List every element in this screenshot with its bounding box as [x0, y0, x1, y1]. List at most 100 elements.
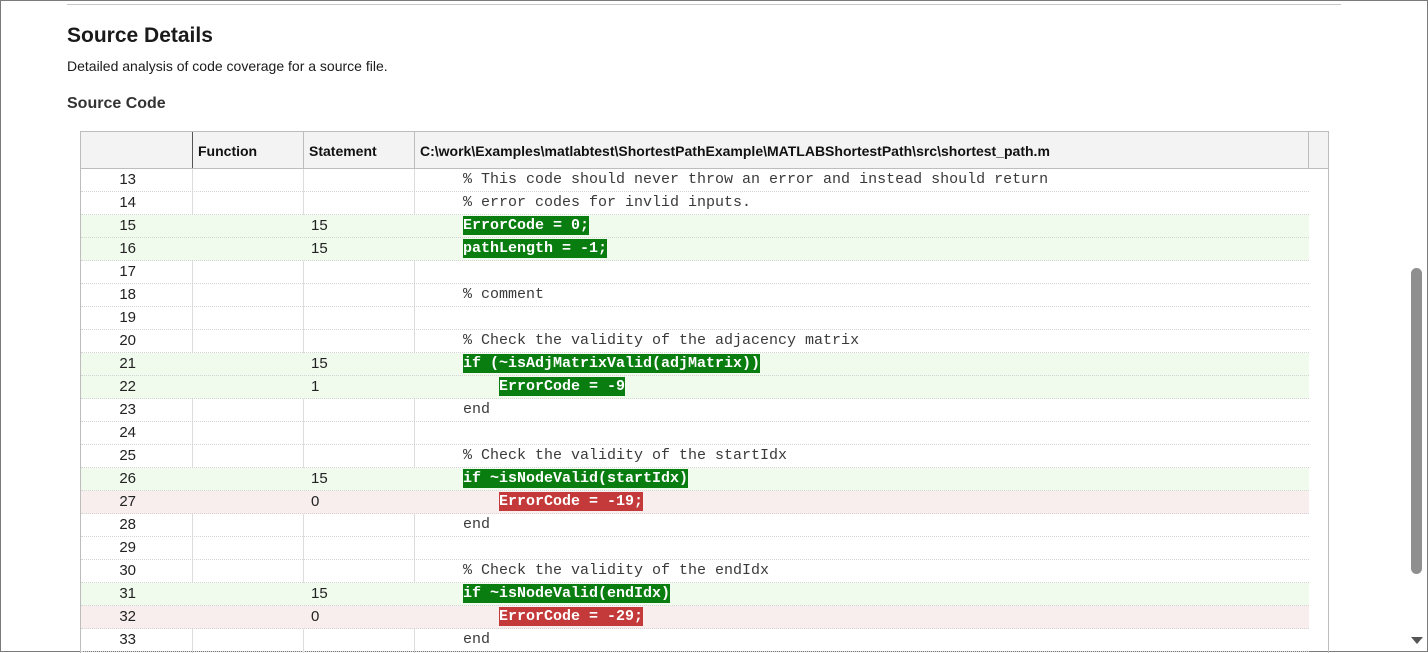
line-number: 13 — [119, 171, 136, 188]
statement-count: 0 — [311, 608, 320, 625]
code-text: % Check the validity of the endIdx — [463, 562, 770, 579]
statement-count: 15 — [311, 355, 328, 372]
statement-count: 15 — [311, 470, 328, 487]
code-line: end — [463, 629, 490, 652]
section-title: Source Code — [67, 95, 166, 112]
header-file-path: C:\work\Examples\matlabtest\ShortestPath… — [414, 132, 1308, 168]
line-number: 29 — [119, 539, 136, 556]
source-code-table: Function Statement C:\work\Examples\matl… — [80, 131, 1329, 653]
covered-code: if ~isNodeValid(startIdx) — [463, 469, 689, 488]
code-line: ErrorCode = 0; — [463, 215, 590, 238]
statement-count: 15 — [311, 585, 328, 602]
line-number: 33 — [119, 631, 136, 648]
code-line: % Check the validity of the startIdx — [463, 445, 787, 468]
top-divider — [67, 4, 1341, 5]
code-text: % Check the validity of the startIdx — [463, 447, 788, 464]
line-number: 23 — [119, 401, 136, 418]
table-row: 29 — [81, 537, 1309, 560]
code-text: end — [463, 401, 491, 418]
code-line: ErrorCode = -19; — [463, 491, 644, 514]
line-number: 30 — [119, 562, 136, 579]
code-line: ErrorCode = -29; — [463, 606, 644, 629]
code-line: % This code should never throw an error … — [463, 169, 1048, 192]
covered-code: ErrorCode = 0; — [463, 216, 590, 235]
page-title: Source Details — [67, 24, 213, 47]
line-number: 20 — [119, 332, 136, 349]
line-number: 16 — [119, 240, 136, 257]
line-number: 26 — [119, 470, 136, 487]
table-row: 33 end — [81, 629, 1309, 652]
page-scrollbar-thumb[interactable] — [1411, 268, 1422, 574]
line-number: 28 — [119, 516, 136, 533]
table-row: 21 15 if (~isAdjMatrixValid(adjMatrix)) — [81, 353, 1309, 376]
line-number: 22 — [119, 378, 136, 395]
code-line: if (~isAdjMatrixValid(adjMatrix)) — [463, 353, 761, 376]
table-row: 28 end — [81, 514, 1309, 537]
covered-code: if (~isAdjMatrixValid(adjMatrix)) — [463, 354, 761, 373]
line-number: 32 — [119, 608, 136, 625]
table-row: 13 % This code should never throw an erro… — [81, 169, 1309, 192]
code-text: end — [463, 631, 491, 648]
code-line: if ~isNodeValid(endIdx) — [463, 583, 671, 606]
code-line: % Check the validity of the adjacency ma… — [463, 330, 859, 353]
code-text: end — [463, 516, 491, 533]
table-body: 13 % This code should never throw an erro… — [81, 169, 1309, 653]
line-number: 27 — [119, 493, 136, 510]
table-header: Function Statement C:\work\Examples\matl… — [81, 132, 1328, 169]
line-number: 31 — [119, 585, 136, 602]
covered-code: if ~isNodeValid(endIdx) — [463, 584, 671, 603]
statement-count: 0 — [311, 493, 320, 510]
table-row: 15 15 ErrorCode = 0; — [81, 215, 1309, 238]
code-line: end — [463, 399, 490, 422]
line-number: 17 — [119, 263, 136, 280]
line-number: 14 — [119, 194, 136, 211]
statement-count: 1 — [311, 378, 320, 395]
table-row: 24 — [81, 422, 1309, 445]
table-row: 16 15 pathLength = -1; — [81, 238, 1309, 261]
line-number: 21 — [119, 355, 136, 372]
header-line-number — [81, 132, 192, 168]
table-row: 27 0 ErrorCode = -19; — [81, 491, 1309, 514]
table-row: 17 — [81, 261, 1309, 284]
code-text: % This code should never throw an error … — [463, 171, 1049, 188]
table-row: 32 0 ErrorCode = -29; — [81, 606, 1309, 629]
line-number: 15 — [119, 217, 136, 234]
table-row: 18 % comment — [81, 284, 1309, 307]
code-line: % error codes for invlid inputs. — [463, 192, 751, 215]
header-statement[interactable]: Statement — [303, 132, 414, 168]
table-row: 31 15 if ~isNodeValid(endIdx) — [81, 583, 1309, 606]
table-row: 23 end — [81, 399, 1309, 422]
table-row: 20 % Check the validity of the adjacency … — [81, 330, 1309, 353]
table-row: 14 % error codes for invlid inputs. — [81, 192, 1309, 215]
line-number: 18 — [119, 286, 136, 303]
table-row: 30 % Check the validity of the endIdx — [81, 560, 1309, 583]
code-line: if ~isNodeValid(startIdx) — [463, 468, 689, 491]
table-row: 19 — [81, 307, 1309, 330]
covered-code: ErrorCode = -9 — [499, 377, 626, 396]
line-number: 25 — [119, 447, 136, 464]
code-line: % comment — [463, 284, 544, 307]
header-scroll-spacer — [1308, 132, 1328, 168]
code-text: % Check the validity of the adjacency ma… — [463, 332, 860, 349]
triangle-down-icon[interactable] — [1411, 637, 1423, 644]
table-row: 25 % Check the validity of the startIdx — [81, 445, 1309, 468]
code-line: % Check the validity of the endIdx — [463, 560, 769, 583]
statement-count: 15 — [311, 240, 328, 257]
missed-code: ErrorCode = -19; — [499, 492, 644, 511]
code-text: % comment — [463, 286, 545, 303]
missed-code: ErrorCode = -29; — [499, 607, 644, 626]
line-number: 19 — [119, 309, 136, 326]
covered-code: pathLength = -1; — [463, 239, 608, 258]
code-line: pathLength = -1; — [463, 238, 608, 261]
code-line: ErrorCode = -9 — [463, 376, 626, 399]
code-line: end — [463, 514, 490, 537]
line-number: 24 — [119, 424, 136, 441]
header-function[interactable]: Function — [192, 132, 303, 168]
table-row: 26 15 if ~isNodeValid(startIdx) — [81, 468, 1309, 491]
statement-count: 15 — [311, 217, 328, 234]
page-description: Detailed analysis of code coverage for a… — [67, 58, 388, 74]
code-text: % error codes for invlid inputs. — [463, 194, 752, 211]
